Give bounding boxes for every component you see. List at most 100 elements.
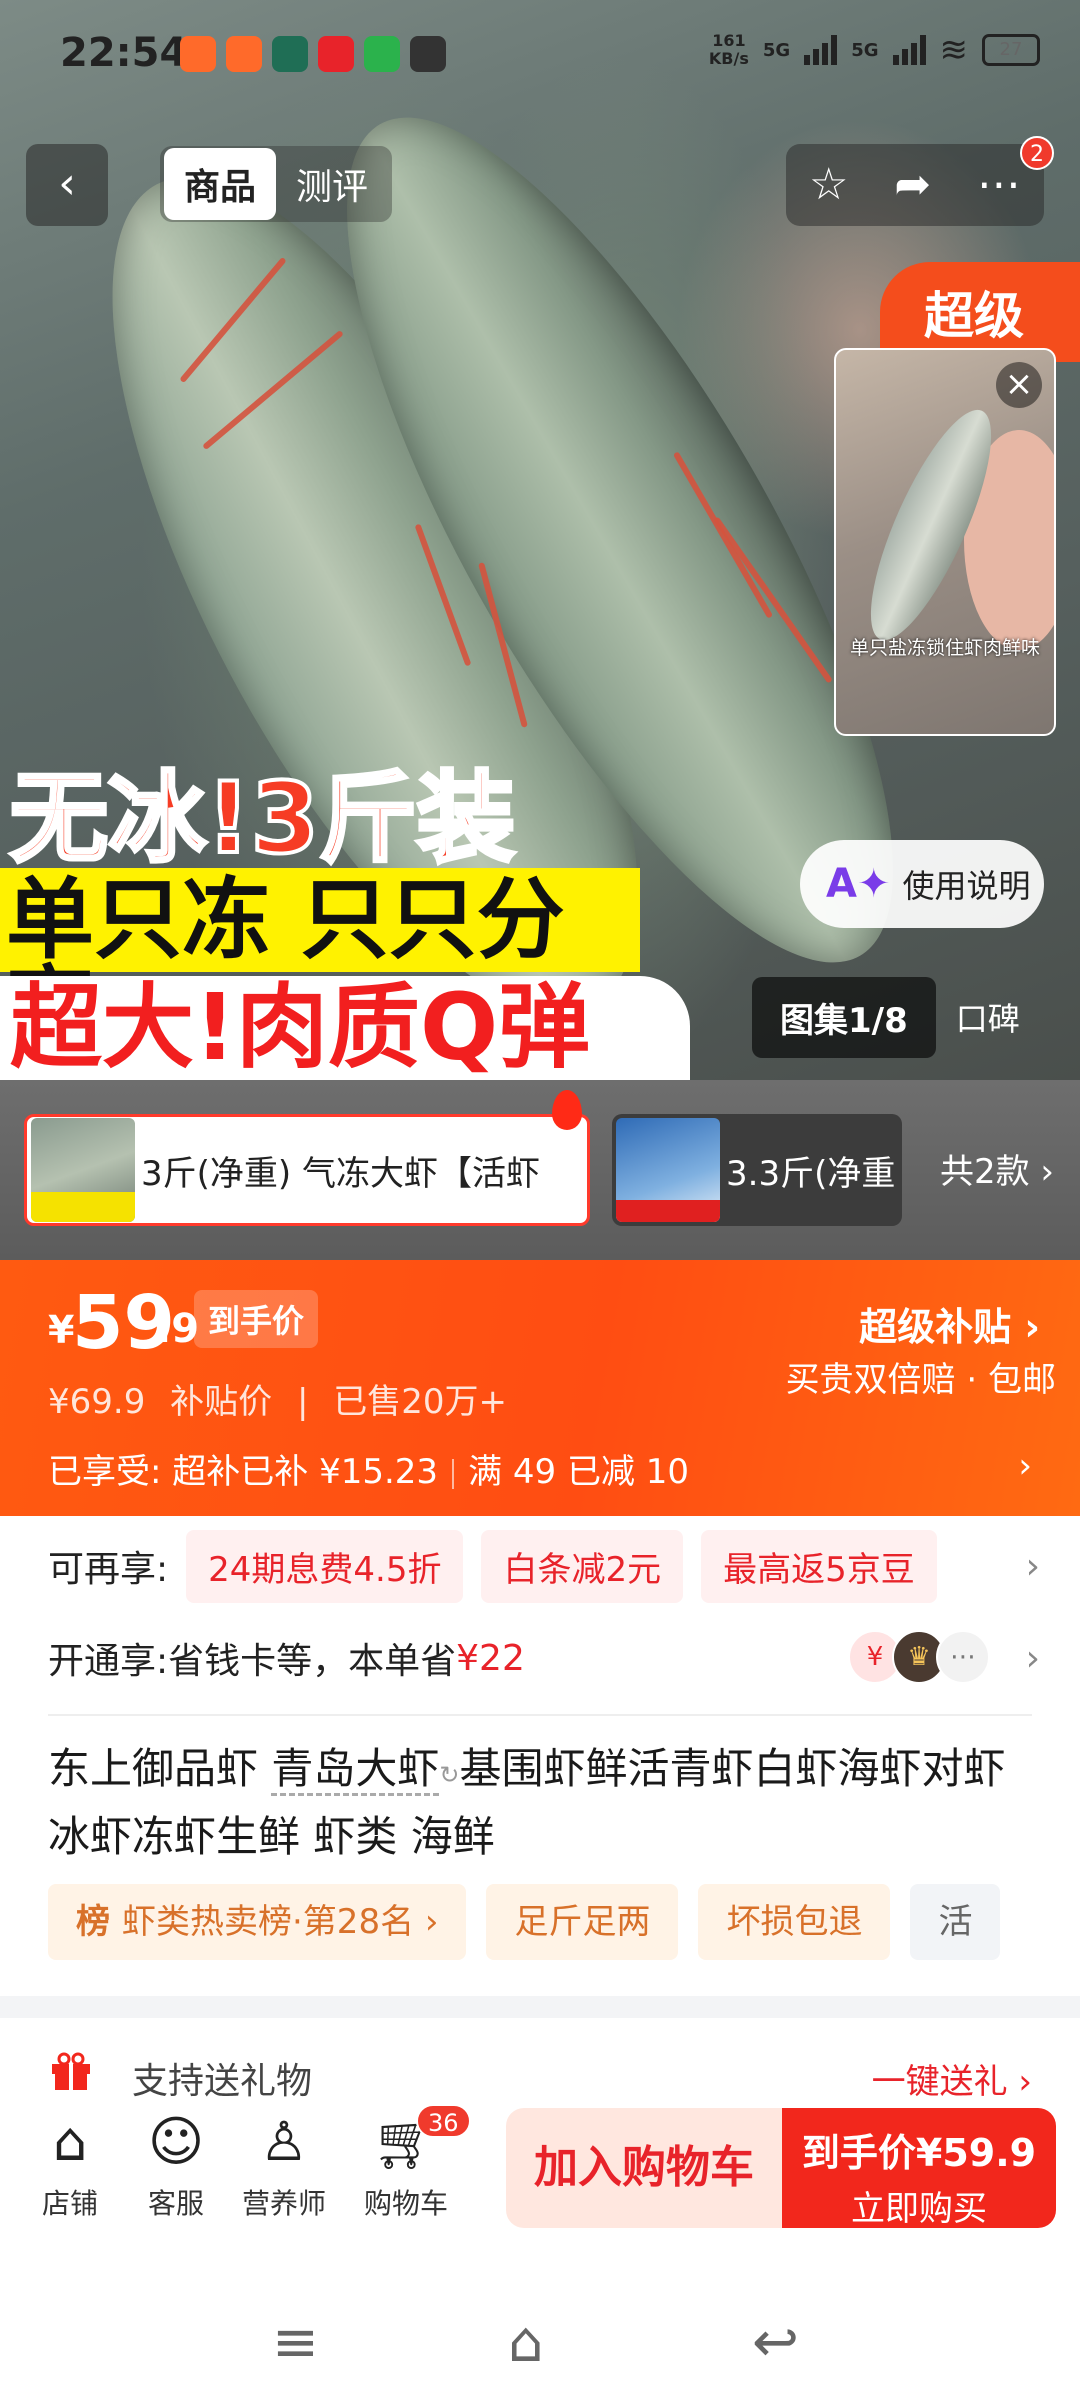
product-title: 东上御品虾 青岛大虾↻基围虾鲜活青虾白虾海虾对虾冰虾冻虾生鲜 虾类 海鲜: [48, 1744, 1006, 1861]
applied-discount-2: 满 49 已减 10: [468, 1452, 690, 1492]
gallery-tab-reviews[interactable]: 口碑: [936, 978, 1040, 1056]
buy-now-label: 立即购买: [851, 2189, 987, 2229]
rank-badge: 榜: [76, 1902, 110, 1942]
back-button[interactable]: ‹: [26, 144, 108, 226]
status-bar: 22:54 161 KB/s 5G 5G ≋ 27: [0, 0, 1080, 110]
close-icon[interactable]: ×: [996, 362, 1042, 408]
battery-icon: 27: [982, 34, 1040, 66]
back-icon[interactable]: ↩: [752, 2310, 799, 2375]
benefit-chip[interactable]: 白条减2元: [481, 1529, 684, 1603]
app-notification-icon: [272, 36, 308, 72]
membership-text: 省钱卡等，本单省: [168, 1641, 457, 1682]
notification-icons: [180, 36, 446, 72]
status-time: 22:54: [60, 30, 188, 76]
variant-total[interactable]: 共2款 ›: [940, 1144, 1054, 1193]
share-icon[interactable]: ➦: [894, 163, 931, 207]
price-decimal: .9: [156, 1306, 200, 1352]
chevron-right-icon[interactable]: ›: [1018, 1446, 1032, 1486]
search-sparkle-icon: ↻: [439, 1761, 460, 1789]
video-caption: 单只盐冻锁住虾肉鲜味: [849, 637, 1040, 659]
extra-benefits-row[interactable]: 可再享: 24期息费4.5折 白条减2元 最高返5京豆 ›: [0, 1520, 1080, 1612]
title-highlight[interactable]: 青岛大虾: [271, 1744, 440, 1796]
ai-instructions-label: 使用说明: [902, 867, 1031, 905]
super-subsidy-sub: 买贵双倍赔 · 包邮: [785, 1360, 1056, 1400]
chevron-right-icon[interactable]: ›: [1026, 1546, 1040, 1587]
signal-icon: [892, 35, 926, 65]
divider: |: [296, 1382, 309, 1422]
super-subsidy-corner-tag: 超级: [880, 262, 1080, 362]
applied-discounts[interactable]: 已享受: 超补已补 ¥15.23 满 49 已减 10: [48, 1444, 689, 1493]
variant-thumbnail: [616, 1118, 720, 1222]
variant-thumbnail: [31, 1118, 135, 1222]
rank-tag[interactable]: 榜虾类热卖榜·第28名 ›: [48, 1884, 467, 1960]
promo-line-1: 无冰!3斤装: [8, 762, 517, 876]
gift-one-click-link[interactable]: 一键送礼 ›: [872, 2054, 1032, 2103]
promo-line-3: 超大!肉质Q弹: [0, 976, 690, 1080]
gallery-tab-images[interactable]: 图集1/8: [752, 976, 936, 1058]
sim1-label: 5G: [762, 39, 791, 61]
top-right-tools: ☆ ➦ ⋯ 2: [786, 136, 1054, 226]
promo-line-2: 单只冻 只只分离: [0, 868, 640, 1052]
membership-icons: ¥ ♛ ⋯: [848, 1630, 990, 1684]
nutritionist-button[interactable]: ♙ 营养师: [234, 2110, 334, 2222]
variant-option-1[interactable]: 3斤(净重) 气冻大虾【活虾: [24, 1114, 590, 1226]
gift-row[interactable]: 支持送礼物 一键送礼 ›: [0, 2040, 1080, 2106]
applied-discount-1: 超补已补 ¥15.23: [172, 1452, 439, 1492]
nutritionist-icon: ♙: [259, 2110, 309, 2173]
customer-service-button[interactable]: ☺ 客服: [126, 2110, 226, 2222]
chevron-left-icon: ‹: [58, 158, 76, 209]
sold-count: 已售20万+: [333, 1382, 508, 1422]
membership-row[interactable]: 开通享: 省钱卡等，本单省 ¥22 ¥ ♛ ⋯ ›: [0, 1612, 1080, 1704]
buy-now-price: 到手价¥59.9: [801, 2131, 1037, 2175]
wifi-icon: ≋: [939, 30, 969, 70]
benefit-chip[interactable]: 最高返5京豆: [701, 1529, 937, 1603]
signal-icon: [804, 35, 838, 65]
tag-row: 榜虾类热卖榜·第28名 › 足斤足两 坏损包退 活: [48, 1884, 1080, 1960]
more-icon[interactable]: ⋯: [977, 163, 1021, 207]
cart-count-badge: 36: [416, 2104, 471, 2138]
favorite-star-icon[interactable]: ☆: [809, 163, 848, 207]
chevron-right-icon[interactable]: ›: [1026, 1638, 1040, 1679]
benefit-chips: 24期息费4.5折 白条减2元 最高返5京豆: [168, 1529, 968, 1603]
customer-service-icon: ☺: [147, 2110, 205, 2173]
super-subsidy-link[interactable]: 超级补贴 ›: [859, 1296, 1040, 1351]
service-tag[interactable]: 足斤足两: [486, 1884, 679, 1960]
ai-instructions-button[interactable]: A✦ 使用说明: [800, 840, 1044, 928]
price-currency: ¥: [48, 1308, 75, 1352]
more-icon: ⋯: [936, 1630, 990, 1684]
original-price: ¥69.9: [48, 1382, 146, 1422]
app-notification-icon: [180, 36, 216, 72]
applied-label: 已享受:: [48, 1452, 162, 1492]
app-notification-icon: [410, 36, 446, 72]
variant-label: 3斤(净重) 气冻大虾【活虾: [141, 1153, 540, 1194]
service-tag[interactable]: 活: [910, 1884, 1001, 1960]
cart-button[interactable]: 🛒︎ 购物车 36: [356, 2104, 471, 2222]
price-band: ¥ 59 .9 到手价 ¥69.9 补贴价 | 已售20万+ 超级补贴 › 买贵…: [0, 1260, 1080, 1516]
home-icon[interactable]: ⌂: [508, 2310, 544, 2375]
divider: [48, 1714, 1032, 1716]
membership-savings: ¥22: [456, 1637, 525, 1679]
wechat-icon: [364, 36, 400, 72]
hot-flame-icon: [552, 1090, 582, 1130]
buy-now-button[interactable]: 到手价¥59.9 立即购买: [782, 2108, 1056, 2229]
variant-option-2[interactable]: 3.3斤(净重: [612, 1114, 902, 1226]
app-notification-icon: [318, 36, 354, 72]
floating-video[interactable]: × 单只盐冻锁住虾肉鲜味: [834, 348, 1056, 736]
top-tabs: 商品 测评: [160, 146, 393, 222]
service-tag[interactable]: 坏损包退: [698, 1884, 891, 1960]
system-navigation-bar: ≡ ⌂ ↩: [0, 2300, 1080, 2400]
store-button[interactable]: ⌂ 店铺: [20, 2110, 120, 2222]
variant-label: 3.3斤(净重: [726, 1153, 896, 1194]
original-price-line: ¥69.9 补贴价 | 已售20万+: [48, 1374, 507, 1423]
status-right: 161 KB/s 5G 5G ≋ 27: [709, 30, 1040, 70]
add-to-cart-button[interactable]: 加入购物车: [506, 2108, 782, 2228]
tab-review[interactable]: 测评: [276, 148, 388, 220]
tab-product[interactable]: 商品: [164, 148, 277, 220]
net-speed: 161 KB/s: [708, 31, 749, 68]
menu-icon[interactable]: ≡: [272, 2310, 319, 2375]
sim2-label: 5G: [851, 39, 879, 61]
membership-label: 开通享:: [48, 1641, 169, 1682]
app-notification-icon: [226, 36, 262, 72]
extra-benefits-label: 可再享:: [48, 1549, 169, 1590]
benefit-chip[interactable]: 24期息费4.5折: [186, 1529, 464, 1603]
